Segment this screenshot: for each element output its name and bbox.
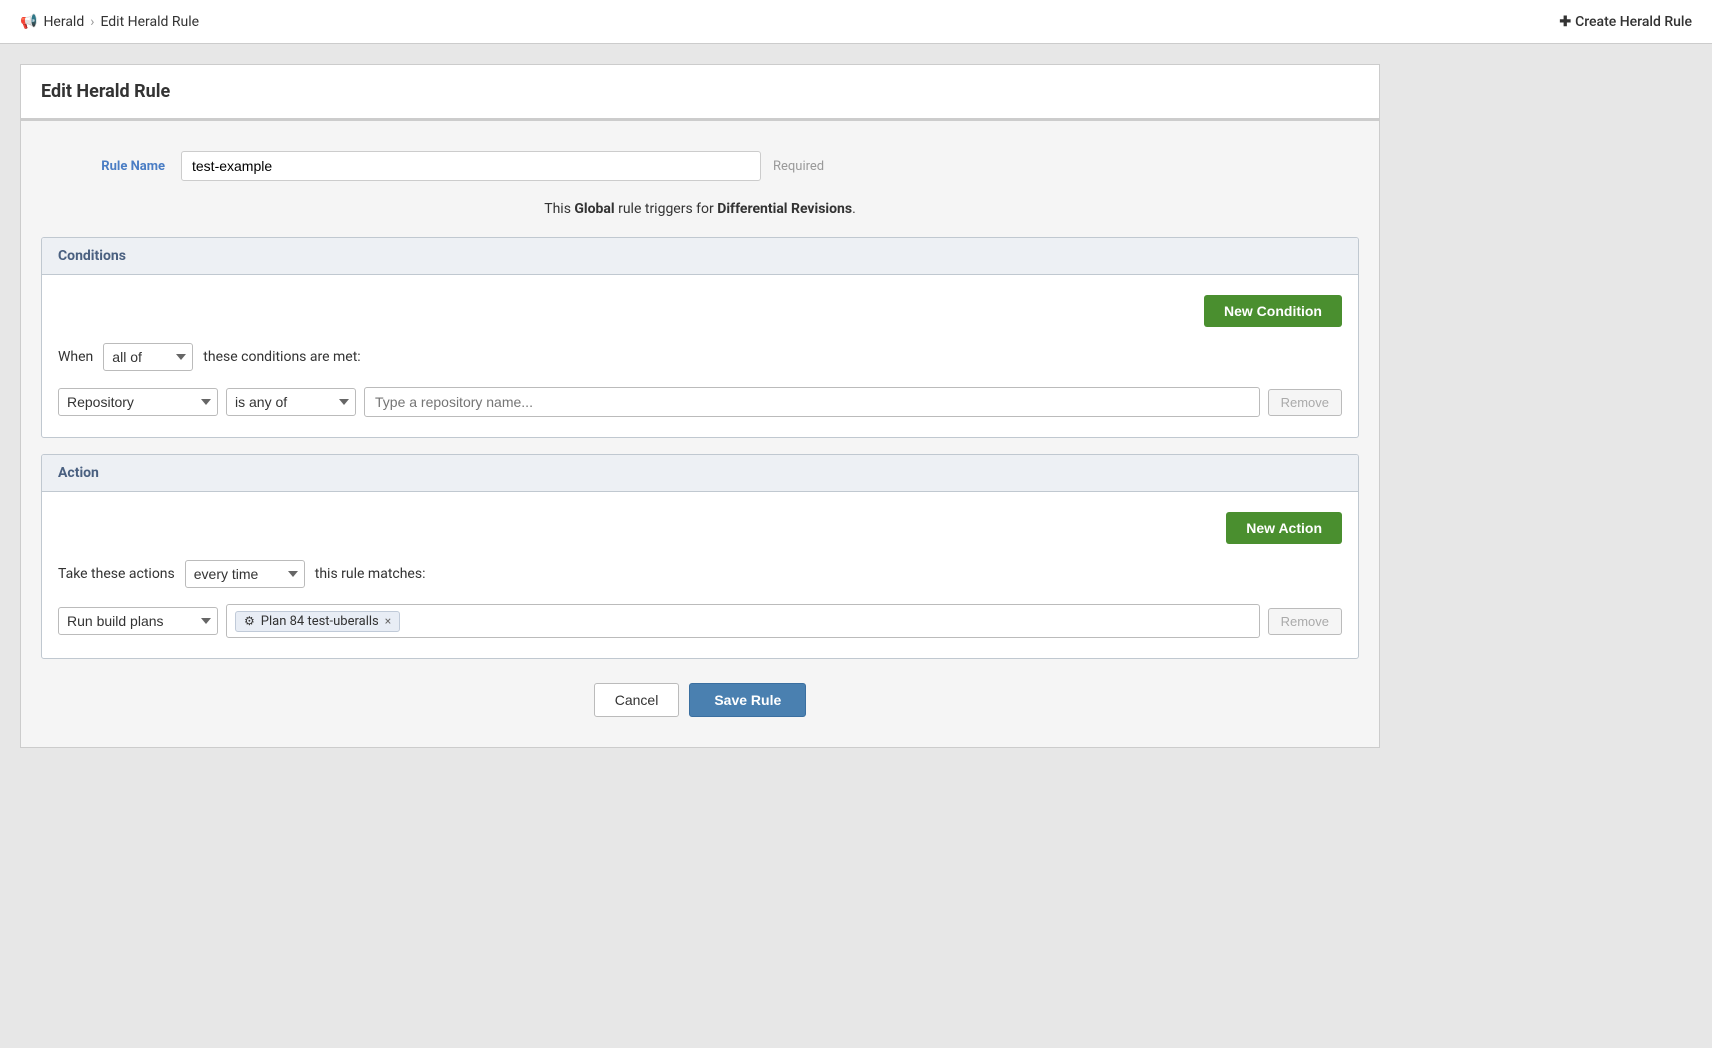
- save-rule-button[interactable]: Save Rule: [689, 683, 806, 717]
- rule-info: This Global rule triggers for Differenti…: [41, 201, 1359, 217]
- global-text: Global: [574, 201, 614, 217]
- plan-icon: ⚙: [244, 614, 255, 628]
- plan-tag: ⚙ Plan 84 test-uberalls ×: [235, 611, 400, 632]
- herald-icon: 📢: [20, 14, 37, 30]
- new-condition-button[interactable]: New Condition: [1204, 295, 1342, 327]
- rule-name-row: Rule Name Required: [41, 151, 1359, 181]
- repository-input[interactable]: [364, 387, 1260, 417]
- condition-when-row: When all of any of these conditions are …: [58, 343, 1342, 371]
- rule-matches-text: this rule matches:: [315, 566, 426, 582]
- conditions-body: New Condition When all of any of these c…: [42, 275, 1358, 437]
- plan-tag-close-icon[interactable]: ×: [385, 614, 391, 628]
- plus-icon: ✚: [1559, 14, 1571, 30]
- page-title: Edit Herald Rule: [41, 81, 1359, 102]
- action-when-row: Take these actions every time only the f…: [58, 560, 1342, 588]
- when-text: When: [58, 349, 93, 365]
- required-text: Required: [773, 159, 824, 174]
- all-of-select[interactable]: all of any of: [103, 343, 193, 371]
- cancel-button[interactable]: Cancel: [594, 683, 680, 717]
- every-time-select[interactable]: every time only the first time: [185, 560, 305, 588]
- action-header: Action: [42, 455, 1358, 492]
- plan-tag-container[interactable]: ⚙ Plan 84 test-uberalls ×: [226, 604, 1260, 638]
- condition-row-0: Repository Author Tags Title Description…: [58, 387, 1342, 417]
- conditions-met-text: these conditions are met:: [203, 349, 360, 365]
- remove-action-button[interactable]: Remove: [1268, 608, 1342, 635]
- form-container: Rule Name Required This Global rule trig…: [20, 121, 1380, 748]
- condition-field-select[interactable]: Repository Author Tags Title Description: [58, 388, 218, 416]
- breadcrumb-separator: ›: [90, 14, 94, 30]
- action-body: New Action Take these actions every time…: [42, 492, 1358, 658]
- herald-link[interactable]: Herald: [43, 14, 84, 30]
- conditions-header: Conditions: [42, 238, 1358, 275]
- condition-operator-select[interactable]: is any of is not any of: [226, 388, 356, 416]
- action-type-select[interactable]: Run build plans Notify Add CC Add review…: [58, 607, 218, 635]
- rule-name-label: Rule Name: [41, 159, 181, 174]
- rule-name-input[interactable]: [181, 151, 761, 181]
- create-herald-rule-link[interactable]: ✚ Create Herald Rule: [1559, 14, 1692, 30]
- plan-tag-text: Plan 84 test-uberalls: [261, 614, 379, 629]
- take-text: Take these actions: [58, 566, 175, 582]
- conditions-section: Conditions New Condition When all of any…: [41, 237, 1359, 438]
- new-action-button[interactable]: New Action: [1226, 512, 1342, 544]
- action-section: Action New Action Take these actions eve…: [41, 454, 1359, 659]
- action-row-0: Run build plans Notify Add CC Add review…: [58, 604, 1342, 638]
- differential-text: Differential Revisions: [717, 201, 852, 217]
- top-bar: 📢 Herald › Edit Herald Rule ✚ Create Her…: [0, 0, 1712, 44]
- breadcrumb-current: Edit Herald Rule: [100, 14, 199, 30]
- breadcrumb: 📢 Herald › Edit Herald Rule: [20, 14, 199, 30]
- remove-condition-button[interactable]: Remove: [1268, 389, 1342, 416]
- page-header: Edit Herald Rule: [20, 64, 1380, 121]
- footer-buttons: Cancel Save Rule: [41, 683, 1359, 717]
- page-content: Edit Herald Rule Rule Name Required This…: [0, 44, 1400, 768]
